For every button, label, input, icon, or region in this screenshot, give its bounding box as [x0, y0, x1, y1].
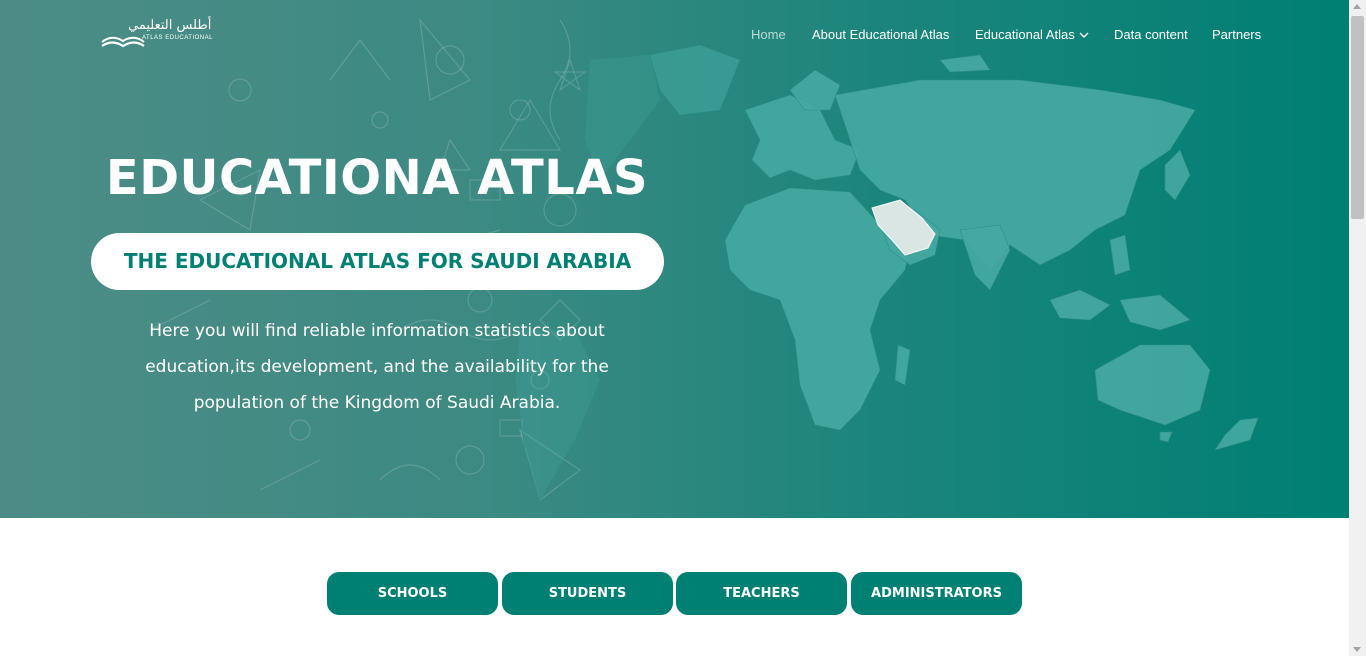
nav-educational-atlas[interactable]: Educational Atlas [975, 27, 1090, 42]
nav-partners[interactable]: Partners [1212, 27, 1261, 42]
nav-data-content[interactable]: Data content [1114, 27, 1188, 42]
scroll-down-arrow-icon[interactable] [1353, 647, 1361, 652]
tab-administrators[interactable]: ADMINISTRATORS [851, 572, 1022, 615]
hero-subtitle-pill: THE EDUCATIONAL ATLAS FOR SAUDI ARABIA [91, 233, 664, 290]
chevron-down-icon [1079, 32, 1089, 38]
tab-schools[interactable]: SCHOOLS [327, 572, 498, 615]
nav-about-educational-atlas[interactable]: About Educational Atlas [812, 27, 949, 42]
hero-banner: أطلس التعليمي ATLAS EDUCATIONAL Home Abo… [0, 0, 1349, 518]
tab-students[interactable]: STUDENTS [502, 572, 673, 615]
hero-title: EDUCATIONA ATLAS [105, 150, 649, 206]
nav-home[interactable]: Home [751, 27, 786, 42]
page-scrollbar[interactable] [1349, 0, 1366, 656]
scrollbar-thumb[interactable] [1351, 16, 1364, 219]
hero-description: Here you will find reliable information … [145, 321, 609, 413]
nav-educational-atlas-label: Educational Atlas [975, 27, 1075, 42]
tab-teachers[interactable]: TEACHERS [676, 572, 847, 615]
main-navigation: Home About Educational Atlas Educational… [0, 27, 1349, 45]
category-tabs: SCHOOLS STUDENTS TEACHERS ADMINISTRATORS [327, 572, 1027, 615]
scroll-up-arrow-icon[interactable] [1353, 4, 1361, 9]
